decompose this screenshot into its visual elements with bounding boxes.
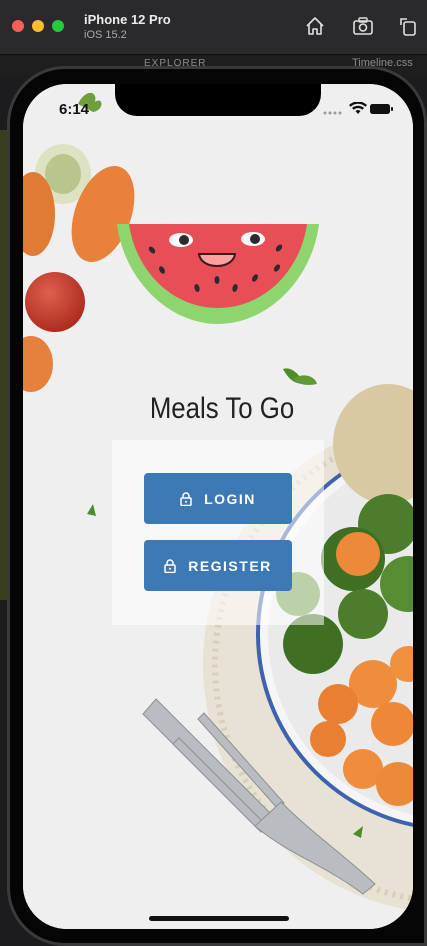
watermelon-logo [117, 224, 319, 324]
home-icon[interactable] [304, 15, 326, 37]
register-button-label: REGISTER [188, 557, 272, 574]
lock-icon [164, 558, 176, 573]
wifi-icon [349, 102, 367, 114]
home-indicator[interactable] [149, 916, 289, 921]
notch [115, 84, 321, 116]
simulator-titlebar: iPhone 12 Pro iOS 15.2 [0, 0, 427, 55]
status-time: 6:14 [59, 101, 90, 118]
register-button[interactable]: REGISTER [144, 540, 292, 591]
screenshot-icon[interactable] [352, 15, 374, 37]
status-icons [323, 102, 393, 115]
battery-icon [370, 104, 393, 114]
rotate-icon[interactable] [397, 15, 419, 37]
lock-icon [180, 491, 192, 506]
login-button-label: LOGIN [204, 490, 256, 507]
phone-screen: 6:14 Meals To Go LOGIN REGISTER [23, 84, 413, 929]
auth-card: LOGIN REGISTER [112, 440, 324, 625]
login-button[interactable]: LOGIN [144, 473, 292, 524]
close-window-button[interactable] [12, 20, 24, 32]
device-name: iPhone 12 Pro [84, 12, 171, 27]
app-title: Meals To Go [149, 392, 295, 425]
cellular-icon [323, 111, 342, 115]
os-version: iOS 15.2 [84, 29, 127, 41]
zoom-window-button[interactable] [52, 20, 64, 32]
minimize-window-button[interactable] [32, 20, 44, 32]
